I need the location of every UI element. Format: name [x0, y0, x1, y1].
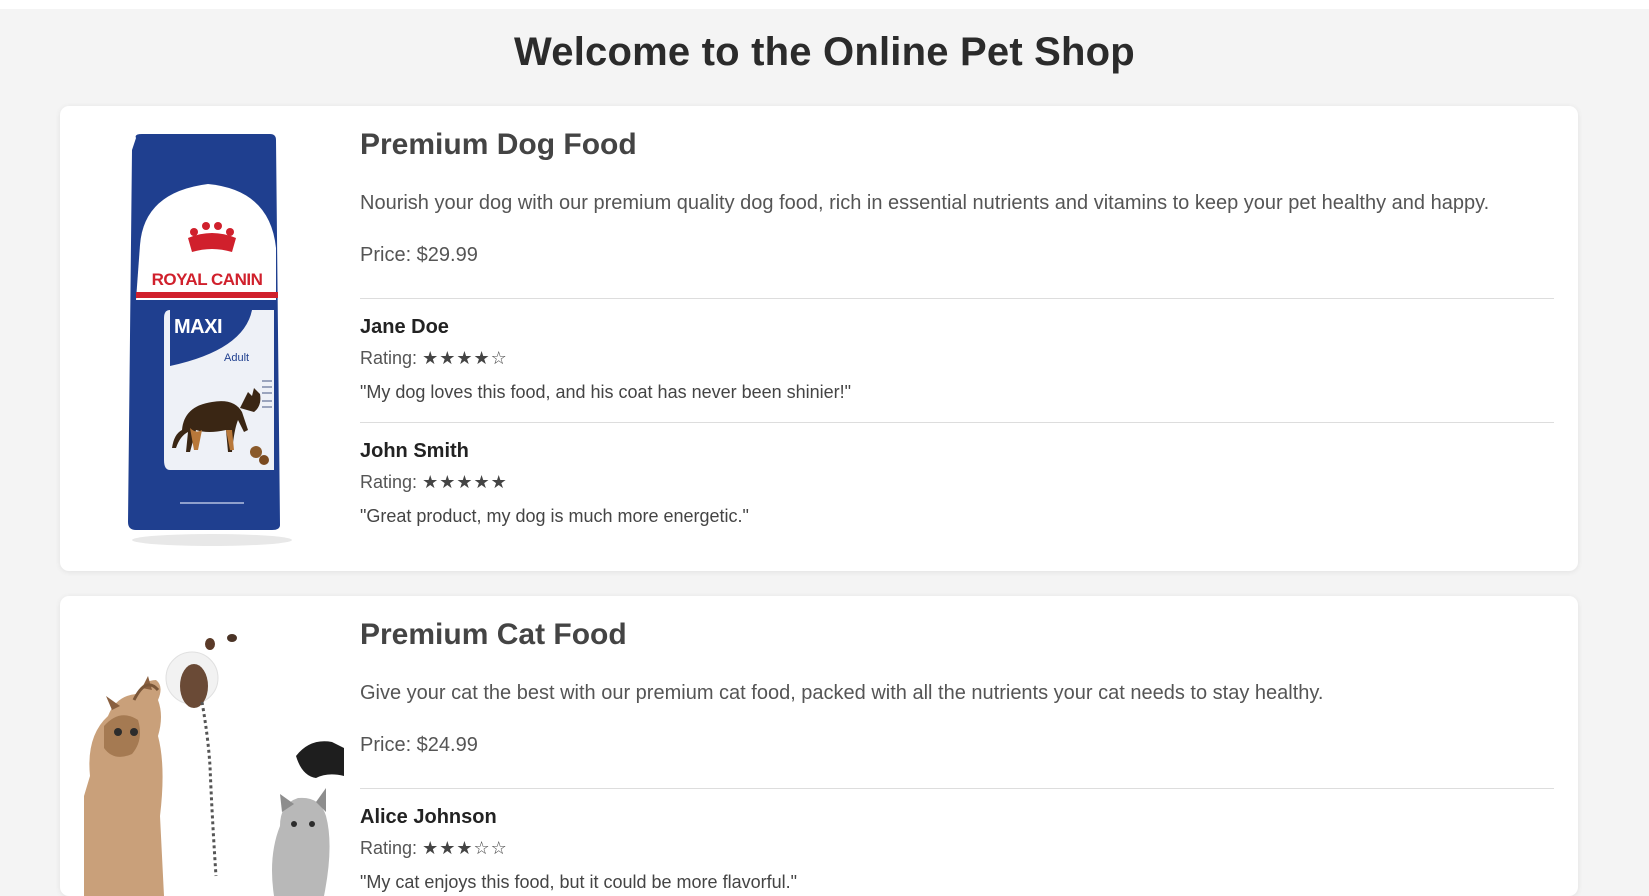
brand-logo-text: ROYAL CANIN — [151, 270, 263, 289]
review-text: "My cat enjoys this food, but it could b… — [360, 872, 797, 892]
review-rating: Rating: ★★★★★ — [360, 472, 508, 493]
dog-food-image: ROYAL CANIN MAXI Adult — [84, 130, 340, 550]
product-name: Premium Cat Food — [360, 618, 627, 651]
page-title: Welcome to the Online Pet Shop — [514, 30, 1135, 74]
divider — [360, 422, 1554, 423]
product-name: Premium Dog Food — [360, 128, 637, 161]
divider — [360, 788, 1554, 789]
rating-label: Rating: — [360, 348, 418, 368]
divider — [360, 298, 1554, 299]
size-label-text: MAXI — [174, 316, 223, 338]
rating-stars-icon: ★★★★★ — [422, 472, 508, 492]
product-description: Give your cat the best with our premium … — [360, 682, 1324, 704]
product-price: Price: $24.99 — [360, 734, 478, 756]
top-strip — [0, 0, 1649, 9]
review-author: John Smith — [360, 440, 469, 462]
rating-stars-icon: ★★★☆☆ — [422, 838, 508, 858]
age-label-text: Adult — [224, 352, 250, 364]
rating-label: Rating: — [360, 472, 418, 492]
cat-food-image — [84, 616, 344, 896]
dog-food-bag-illustration — [128, 134, 292, 546]
cat-illustration — [84, 634, 344, 896]
product-description: Nourish your dog with our premium qualit… — [360, 192, 1490, 214]
review-text: "My dog loves this food, and his coat ha… — [360, 382, 852, 402]
review-author: Jane Doe — [360, 316, 449, 338]
product-price: Price: $29.99 — [360, 244, 478, 266]
rating-label: Rating: — [360, 838, 418, 858]
review-text: "Great product, my dog is much more ener… — [360, 506, 749, 526]
review-rating: Rating: ★★★☆☆ — [360, 838, 508, 859]
product-card-dog-food: ROYAL CANIN MAXI Adult Premium Dog Food … — [60, 106, 1578, 571]
review-author: Alice Johnson — [360, 806, 497, 828]
rating-stars-icon: ★★★★☆ — [422, 348, 508, 368]
product-card-cat-food: Premium Cat Food Give your cat the best … — [60, 596, 1578, 896]
review-rating: Rating: ★★★★☆ — [360, 348, 508, 369]
